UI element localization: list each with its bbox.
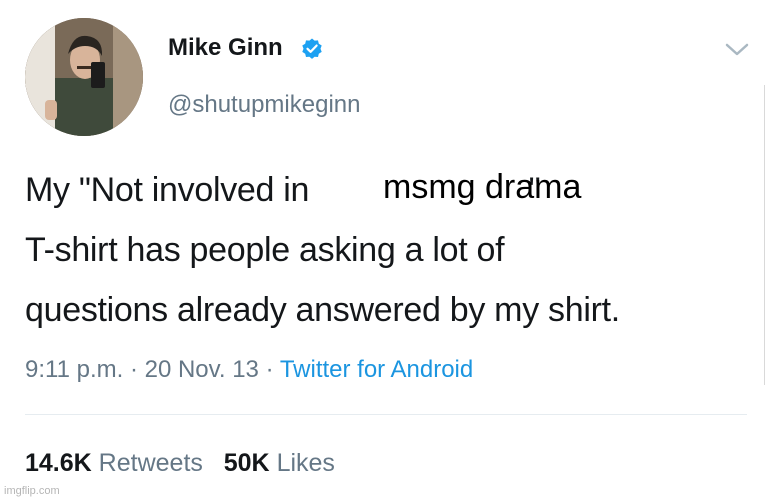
avatar[interactable]: [25, 18, 143, 136]
watermark: imgflip.com: [4, 485, 60, 497]
overlay-text: msmg drama: [383, 168, 582, 206]
chevron-down-icon[interactable]: [724, 42, 750, 58]
divider: [25, 414, 747, 415]
retweets-count[interactable]: 14.6K: [25, 449, 92, 477]
tweet-meta: 9:11 p.m. · 20 Nov. 13 · Twitter for And…: [25, 353, 473, 387]
tweet-source-link[interactable]: Twitter for Android: [280, 356, 473, 383]
retweets-label[interactable]: Retweets: [99, 449, 203, 477]
tweet-time[interactable]: 9:11 p.m.: [25, 356, 123, 383]
tweet-card: Mike Ginn @shutupmikeginn My "Not involv…: [0, 0, 772, 500]
tweet-stats: 14.6K Retweets 50K Likes: [25, 447, 335, 479]
verified-badge-icon: [302, 38, 322, 59]
user-handle[interactable]: @shutupmikeginn: [168, 90, 360, 120]
display-name[interactable]: Mike Ginn: [168, 33, 283, 63]
meta-separator: ·: [258, 356, 280, 383]
likes-count[interactable]: 50K: [224, 449, 270, 477]
meta-separator: ·: [123, 356, 145, 383]
tweet-date[interactable]: 20 Nov. 13: [145, 356, 259, 383]
tweet-text-line-3: questions already answered by my shirt.: [25, 291, 620, 329]
likes-label[interactable]: Likes: [277, 449, 335, 477]
tweet-text-line-2: T-shirt has people asking a lot of: [25, 231, 505, 269]
